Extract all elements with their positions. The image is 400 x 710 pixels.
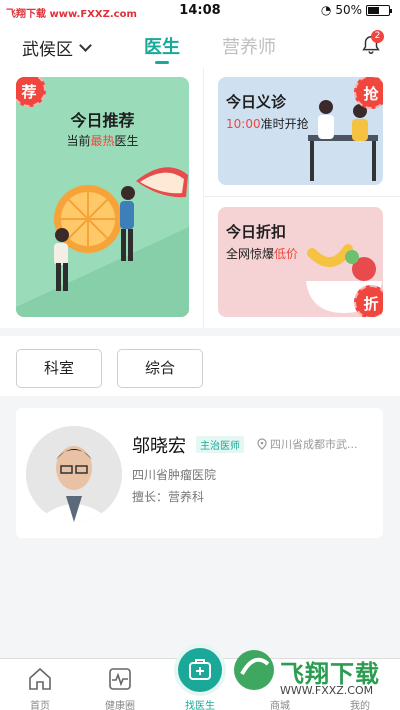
doctor-location-text: 四川省成都市武...: [270, 438, 358, 451]
sort-filter-button[interactable]: 综合: [117, 349, 203, 388]
free-clinic-title: 今日义诊: [226, 93, 287, 111]
find-doctor-center-button[interactable]: [178, 648, 222, 692]
recommend-stamp: 荐: [16, 77, 46, 107]
page: 飞翔下载 www.FXXZ.com 14:08 ◔ 50% 武侯区 医生 营养师…: [0, 0, 400, 710]
recommend-subtitle: 当前最热医生: [66, 134, 139, 148]
banner-divider-horizontal: [204, 196, 400, 197]
discount-stamp: 折: [354, 285, 383, 317]
watermark-url: WWW.FXXZ.COM: [280, 684, 374, 697]
status-bar: 飞翔下载 www.FXXZ.com 14:08 ◔ 50%: [0, 0, 400, 22]
orange-people-illustration: [16, 167, 189, 317]
doctor-list: 邬晓宏 主治医师 四川省成都市武... 四川省肿瘤医院 擅长：营养科: [0, 400, 400, 658]
tab-doctor[interactable]: 医生: [144, 33, 180, 59]
medical-bag-icon: [189, 659, 211, 680]
doctor-hospital: 四川省肿瘤医院: [132, 468, 217, 482]
filter-bar: 科室 综合: [0, 336, 400, 396]
chevron-down-icon: [79, 39, 92, 52]
recommend-card[interactable]: 今日推荐 当前最热医生 荐: [16, 77, 189, 317]
department-filter-button[interactable]: 科室: [16, 349, 102, 388]
banner-divider-vertical: [203, 68, 204, 328]
location-pin-icon: [257, 438, 267, 450]
lock-rotation-icon: ◔: [320, 3, 332, 17]
doctor-title-badge: 主治医师: [196, 436, 244, 453]
doctor-avatar: [26, 426, 122, 522]
tab-home[interactable]: 首页: [0, 659, 80, 710]
free-clinic-stamp: 抢: [354, 77, 383, 109]
notification-badge: 2: [371, 30, 384, 43]
free-clinic-subtitle: 10:00准时开抢: [226, 117, 309, 131]
doctor-name: 邬晓宏: [132, 436, 186, 457]
discount-title: 今日折扣: [226, 223, 287, 241]
location-selector[interactable]: 武侯区: [22, 35, 92, 60]
top-header: 武侯区 医生 营养师 2: [0, 22, 400, 68]
doctor-location: 四川省成都市武...: [257, 436, 358, 452]
promo-banners: 今日推荐 当前最热医生 荐 今日义诊 10:00准时开抢 抢 今日折扣 全网惊爆…: [0, 68, 400, 328]
tab-health-circle[interactable]: 健康圈: [80, 659, 160, 710]
discount-card[interactable]: 今日折扣 全网惊爆低价 折: [218, 207, 383, 317]
doctor-card[interactable]: 邬晓宏 主治医师 四川省成都市武... 四川省肿瘤医院 擅长：营养科: [16, 408, 383, 538]
battery-percent: 50%: [335, 3, 362, 17]
heartbeat-icon: [109, 668, 131, 690]
location-label: 武侯区: [22, 40, 73, 60]
tab-nutritionist[interactable]: 营养师: [222, 33, 276, 59]
free-clinic-card[interactable]: 今日义诊 10:00准时开抢 抢: [218, 77, 383, 185]
discount-subtitle: 全网惊爆低价: [226, 247, 299, 261]
battery-indicator: ◔ 50%: [320, 3, 392, 17]
battery-icon: [366, 4, 392, 16]
home-icon: [29, 667, 51, 690]
doctor-specialty: 擅长：营养科: [132, 490, 205, 504]
active-tab-indicator: [155, 61, 169, 64]
recommend-title: 今日推荐: [70, 111, 135, 130]
